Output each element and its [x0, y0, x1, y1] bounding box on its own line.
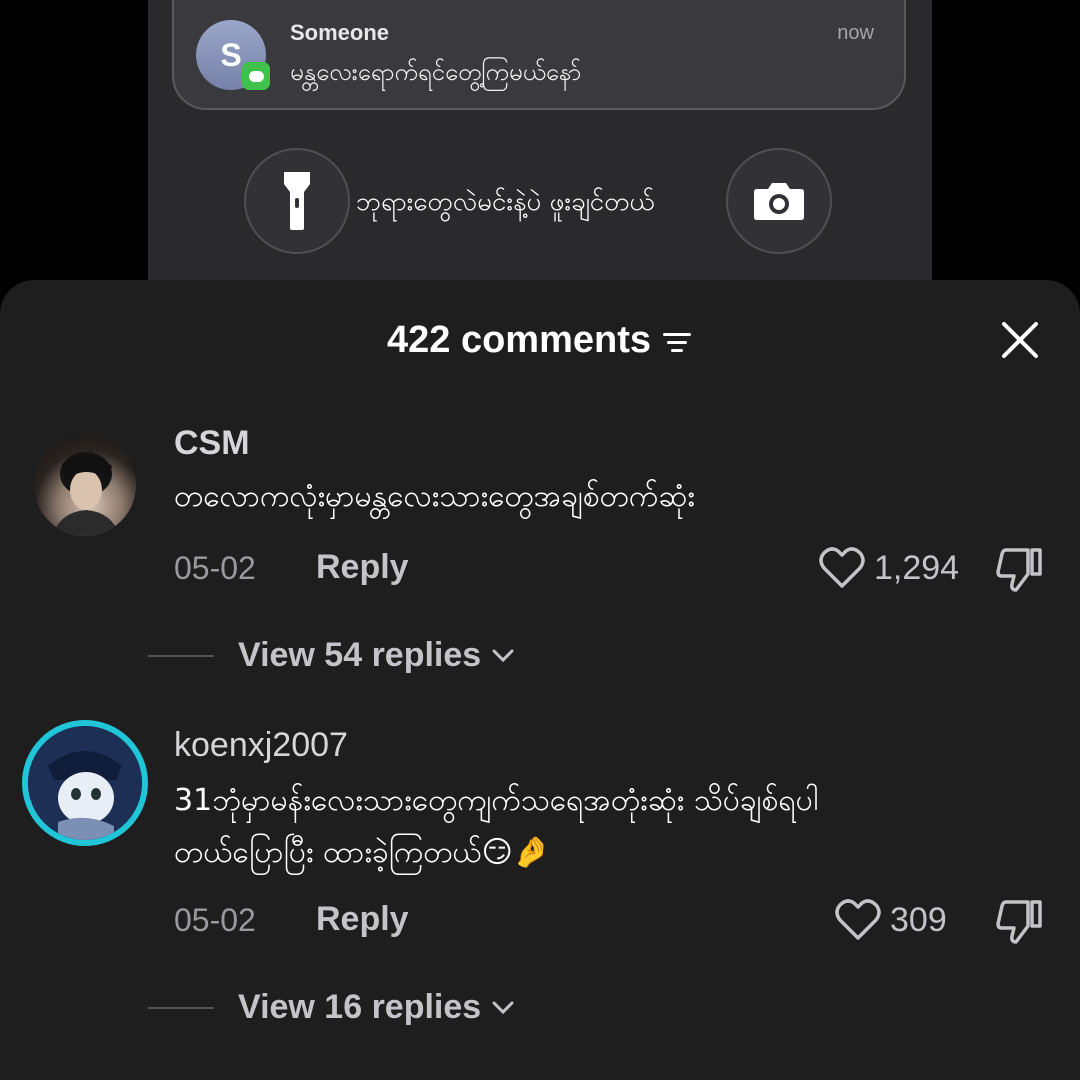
view-replies-button[interactable]: View 16 replies	[148, 988, 515, 1027]
divider-line	[148, 654, 214, 657]
reply-button[interactable]: Reply	[316, 548, 409, 587]
comments-sheet: 422 comments CSM တလောကလုံးမှာမန္တလေးသားတ…	[0, 280, 1080, 1080]
divider-line	[148, 1006, 214, 1009]
comment-text-line-1: 31ဘုံမှာမန်းလေးသားတွေကျက်သရေအတုံးဆုံး သိ…	[174, 783, 818, 818]
like-button[interactable]: 1,294	[818, 546, 959, 590]
view-replies-label: View 54 replies	[238, 636, 482, 674]
notification-message: မန္တလေးရောက်ရင်တွေ့ကြမယ်နော်	[290, 58, 582, 86]
notification-time: now	[837, 22, 874, 44]
avatar[interactable]	[22, 720, 148, 846]
comments-header: 422 comments	[0, 314, 1080, 366]
close-icon[interactable]	[998, 318, 1042, 362]
messages-app-icon	[242, 62, 270, 90]
view-replies-button[interactable]: View 54 replies	[148, 636, 515, 675]
heart-icon	[835, 899, 881, 940]
sort-filter-icon[interactable]	[661, 330, 693, 356]
like-button[interactable]: 309	[834, 898, 947, 942]
notification-banner[interactable]: S Someone now မန္တလေးရောက်ရင်တွေ့ကြမယ်နေ…	[172, 0, 906, 110]
like-count: 1,294	[874, 548, 960, 587]
comment-username[interactable]: CSM	[174, 424, 250, 463]
lockscreen-caption: ဘုရားတွေလဲမင်းနဲ့ပဲ ဖူးချင်တယ်	[356, 187, 655, 217]
like-count: 309	[890, 900, 947, 939]
comment-text: တလောကလုံးမှာမန္တလေးသားတွေအချစ်တက်ဆုံး	[174, 479, 695, 514]
chevron-down-icon	[492, 1001, 514, 1014]
notification-title: Someone	[290, 20, 390, 45]
comment-username[interactable]: koenxj2007	[174, 726, 348, 765]
dislike-icon[interactable]	[994, 898, 1044, 944]
comment-count: 422 comments	[386, 318, 651, 361]
flashlight-button[interactable]	[244, 148, 350, 254]
flashlight-icon	[284, 172, 310, 230]
comment-date: 05-02	[174, 902, 256, 938]
camera-button[interactable]	[726, 148, 832, 254]
comment-text-line-2: တယ်ပြောပြီး ထားခဲ့ကြတယ်😏🤌	[174, 835, 551, 870]
view-replies-label: View 16 replies	[238, 988, 482, 1026]
dislike-icon[interactable]	[994, 546, 1044, 592]
comment-date: 05-02	[174, 550, 256, 586]
camera-icon	[754, 183, 804, 220]
heart-icon	[819, 547, 865, 588]
reply-button[interactable]: Reply	[316, 900, 409, 939]
chevron-down-icon	[492, 649, 514, 662]
avatar[interactable]	[34, 434, 136, 536]
